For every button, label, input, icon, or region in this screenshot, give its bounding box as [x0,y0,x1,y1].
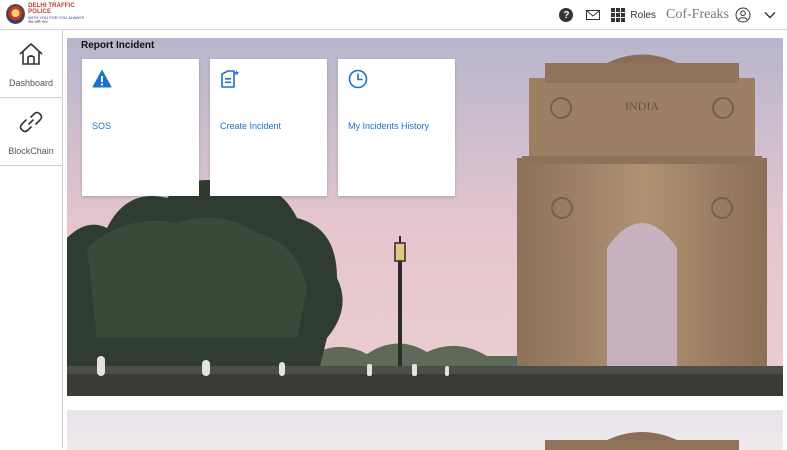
sos-card[interactable]: SOS [82,59,199,196]
main-content: INDIA Report Incident SOS Create Inciden… [67,30,787,450]
header-actions: ? Roles Cof-Freaks [559,0,787,30]
svg-text:INDIA: INDIA [625,99,659,113]
user-avatar-icon[interactable] [735,7,751,23]
chevron-down-icon[interactable] [763,8,777,22]
police-emblem-icon [6,4,26,24]
warning-icon [92,70,112,88]
secondary-banner [67,410,783,450]
clock-icon [348,69,368,89]
india-gate-illustration-repeat [545,432,739,450]
card-label: My Incidents History [348,121,430,131]
home-icon [19,43,43,65]
user-name[interactable]: Cof-Freaks [666,7,729,23]
sidebar-item-dashboard[interactable]: Dashboard [0,30,62,98]
logo-title: DELHI TRAFFIC POLICE [28,3,75,16]
card-label: SOS [92,121,112,131]
page-title: Report Incident [81,40,155,51]
sidebar: Dashboard BlockChain [0,30,63,448]
mail-icon[interactable] [585,7,601,23]
help-icon[interactable]: ? [559,8,574,22]
apps-grid-icon[interactable] [611,8,626,22]
logo-motto: सेवा शांति न्याय [28,20,48,25]
sidebar-item-label: BlockChain [8,146,54,156]
my-incidents-history-card[interactable]: My Incidents History [338,59,455,196]
new-document-icon [221,70,240,88]
card-label: Create Incident [220,121,282,131]
sidebar-item-blockchain[interactable]: BlockChain [0,98,62,166]
link-icon [19,111,43,133]
top-bar: DELHI TRAFFIC POLICE WITH YOU FOR YOU AL… [0,0,787,30]
create-incident-card[interactable]: Create Incident [210,59,327,196]
logo-text: DELHI TRAFFIC POLICE WITH YOU FOR YOU AL… [28,3,96,25]
roles-menu[interactable]: Roles [630,10,656,21]
sidebar-item-label: Dashboard [8,78,54,88]
delhi-traffic-police-logo[interactable]: DELHI TRAFFIC POLICE WITH YOU FOR YOU AL… [6,3,96,25]
